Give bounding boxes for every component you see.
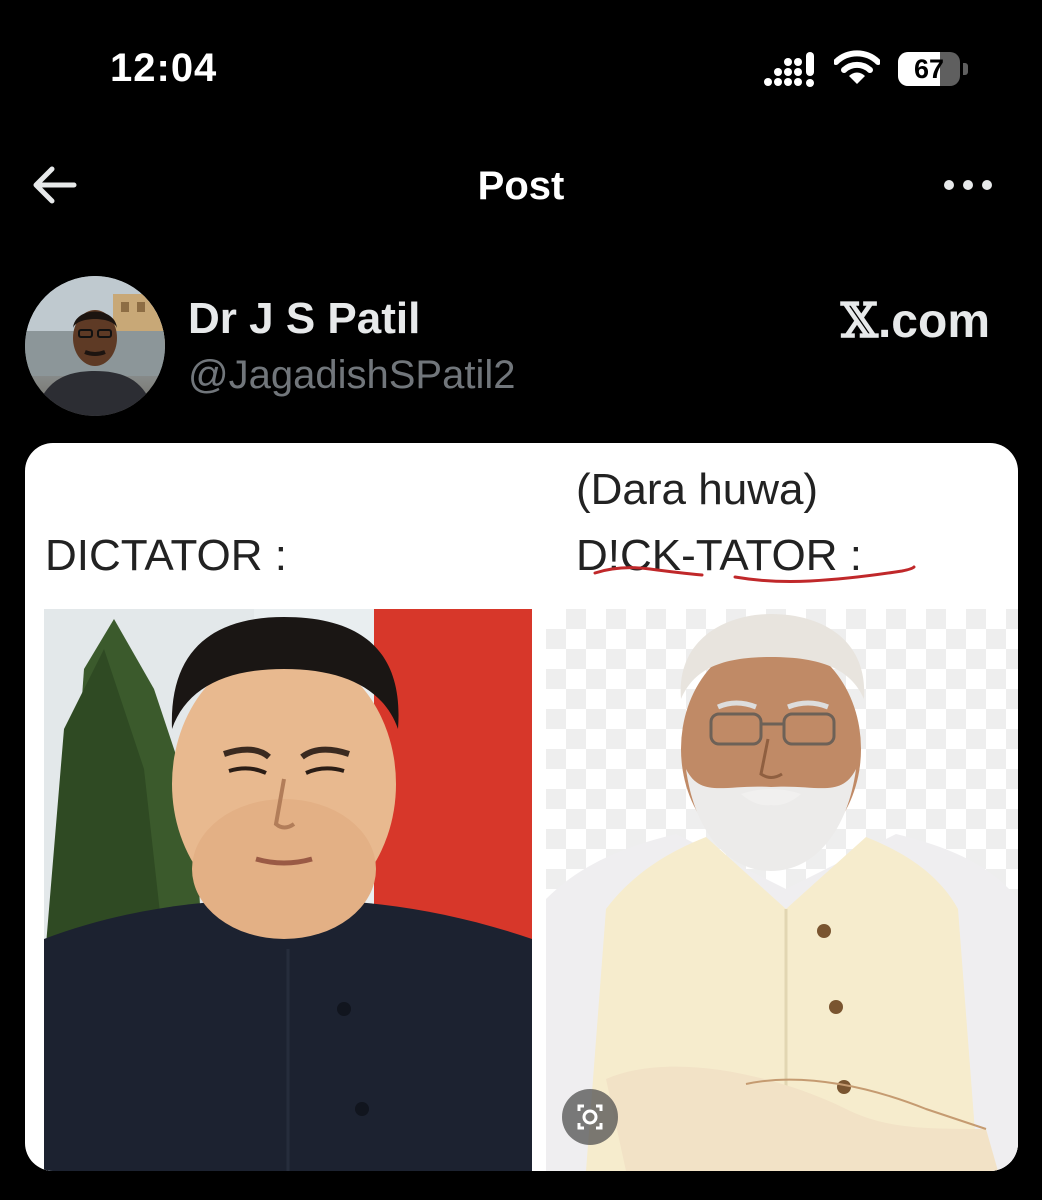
caption-right-sub: (Dara huwa)	[576, 465, 819, 514]
caption-left: DICTATOR :	[45, 531, 287, 580]
battery-level: 67	[913, 54, 945, 84]
cellular-signal-icon	[764, 52, 814, 87]
post-author: Dr J S Patil @JagadishSPatil2 𝕏.com	[0, 275, 1042, 420]
avatar[interactable]	[25, 276, 165, 416]
wifi-icon	[834, 50, 880, 84]
status-bar: 12:04 67	[0, 0, 1042, 130]
author-handle[interactable]: @JagadishSPatil2	[188, 353, 515, 398]
source-watermark: 𝕏.com	[841, 293, 990, 349]
author-display-name[interactable]: Dr J S Patil	[188, 294, 420, 344]
photo-right	[546, 609, 1018, 1171]
status-time: 12:04	[110, 46, 218, 90]
more-horizontal-icon[interactable]	[940, 172, 996, 198]
x-logo-glyph: 𝕏	[840, 293, 878, 349]
photo-left	[44, 609, 532, 1171]
post-image[interactable]: DICTATOR : (Dara huwa) D!CK-TATOR :	[25, 443, 1018, 1171]
visual-search-icon[interactable]	[562, 1089, 618, 1145]
source-domain: .com	[877, 295, 990, 348]
top-nav: Post	[0, 150, 1042, 220]
page-title: Post	[477, 164, 565, 208]
battery-indicator: 67	[898, 52, 970, 86]
red-underline-annotation	[593, 565, 916, 583]
